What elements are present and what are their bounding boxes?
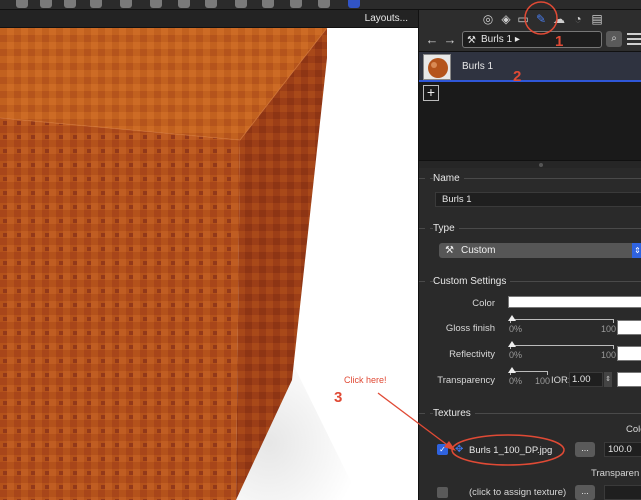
toolbar-icon[interactable] [120, 0, 132, 8]
back-button[interactable]: ← [425, 33, 439, 47]
ior-stepper[interactable]: ⇕ [604, 372, 612, 387]
toolbar-icon[interactable] [290, 0, 302, 8]
gloss-min-label: 0% [509, 324, 523, 334]
toolbar-icon[interactable] [64, 0, 76, 8]
clapperboard-icon[interactable]: ▤ [590, 12, 604, 26]
toolbar-icon[interactable] [40, 0, 52, 8]
annotation-label: 2 [513, 68, 522, 85]
search-button[interactable]: ⌕ [606, 31, 622, 47]
3d-viewport[interactable] [0, 28, 418, 500]
reflectivity-label: Reflectivity [449, 349, 495, 360]
texture-browse-button[interactable]: ... [575, 442, 595, 457]
breadcrumb-label: Burls 1 ▸ [481, 34, 520, 45]
toolbar-icon[interactable] [262, 0, 274, 8]
app-window: Layouts... ◎ ◈ ▭ ✎ ☁ ◔ ▤ ← → ⚒ Burls 1 ▸… [0, 0, 641, 500]
inspector-panel: ◎ ◈ ▭ ✎ ☁ ◔ ▤ ← → ⚒ Burls 1 ▸ ⌕ Burls 1 … [418, 10, 641, 500]
type-select[interactable]: ⚒ Custom ⇕ [439, 243, 641, 258]
texture-strength-field[interactable] [604, 485, 641, 500]
texture-browse-button[interactable]: ... [575, 485, 595, 500]
chevron-updown-icon: ⇕ [632, 243, 641, 258]
tools-icon: ⚒ [467, 35, 476, 46]
type-select-value: Custom [461, 245, 496, 256]
textures-header: Textures [419, 406, 641, 420]
toolbar-icon[interactable] [178, 0, 190, 8]
texture-name[interactable]: Burls 1_100_DP.jpg [469, 445, 552, 456]
toolbar-icon[interactable] [235, 0, 247, 8]
texture-checkbox[interactable]: ✓ [437, 444, 448, 455]
name-section-title: Name [433, 173, 464, 184]
gloss-max-label: 100 [600, 324, 616, 334]
ior-label: IOR: [551, 375, 571, 386]
brush-icon[interactable]: ✎ [534, 12, 548, 26]
material-list: Burls 1 + [419, 52, 641, 160]
toolbar-icon[interactable] [90, 0, 102, 8]
custom-settings-title: Custom Settings [433, 276, 511, 287]
viewport-header: Layouts... [0, 10, 418, 28]
custom-settings-header: Custom Settings [419, 274, 641, 288]
name-section-header: Name [419, 171, 641, 185]
toolbar-icon[interactable] [318, 0, 330, 8]
toolbar-icon[interactable] [16, 0, 28, 8]
gloss-slider[interactable]: 0% 100 [508, 315, 616, 337]
texture-color-column: Colo [626, 424, 641, 435]
transparency-min-label: 0% [509, 376, 523, 386]
navigation-row: ← → ⚒ Burls 1 ▸ ⌕ [419, 28, 641, 52]
inspector-tab-row: ◎ ◈ ▭ ✎ ☁ ◔ ▤ [419, 10, 641, 28]
transparency-slider[interactable]: 0% 100 [508, 367, 550, 389]
list-item[interactable]: Burls 1 [419, 52, 641, 82]
annotation-note: Click here! [344, 375, 387, 385]
name-field[interactable]: Burls 1 [435, 192, 641, 207]
forward-button[interactable]: → [443, 33, 457, 47]
gloss-label: Gloss finish [445, 323, 495, 334]
color-swatch[interactable] [508, 296, 641, 308]
type-section-title: Type [433, 223, 459, 234]
tools-icon: ⚒ [445, 245, 454, 256]
transparency-value-field[interactable] [617, 372, 641, 387]
toolbar-icon[interactable] [348, 0, 360, 8]
transparency-slider-knob[interactable] [508, 367, 516, 373]
top-toolbar [0, 0, 641, 10]
annotation-label: 1 [555, 33, 564, 50]
type-section-header: Type [419, 221, 641, 235]
texture-transparency-column: Transparen [591, 468, 640, 479]
add-material-button[interactable]: + [423, 85, 439, 101]
transparency-label: Transparency [437, 375, 495, 386]
toolbar-icon[interactable] [205, 0, 217, 8]
reflectivity-slider-knob[interactable] [508, 341, 516, 347]
menu-icon[interactable] [627, 33, 641, 45]
reflectivity-max-label: 100 [600, 350, 616, 360]
texture-checkbox[interactable] [437, 487, 448, 498]
breadcrumb[interactable]: ⚒ Burls 1 ▸ [462, 31, 602, 48]
texture-assign-prompt[interactable]: (click to assign texture) [469, 487, 566, 498]
cloud-icon[interactable]: ☁ [552, 12, 566, 26]
target-icon[interactable]: ◎ [481, 12, 495, 26]
magnifier-icon: ⌕ [611, 33, 617, 44]
ior-field[interactable]: 1.00 [569, 372, 603, 387]
camera-icon[interactable]: ◔ [571, 12, 585, 26]
reflectivity-min-label: 0% [509, 350, 523, 360]
toolbar-icon[interactable] [150, 0, 162, 8]
texture-strength-field[interactable]: 100.0 [604, 442, 641, 457]
material-thumbnail [423, 54, 451, 80]
monitor-icon[interactable]: ▭ [516, 12, 530, 26]
textures-title: Textures [433, 408, 475, 419]
panel-splitter[interactable] [419, 160, 641, 168]
texture-map-icon: ✥ [455, 444, 464, 455]
layers-icon[interactable]: ◈ [499, 12, 513, 26]
reflectivity-value-field[interactable] [617, 346, 641, 361]
scene-render [0, 28, 418, 500]
list-item-label: Burls 1 [462, 61, 494, 72]
transparency-max-label: 100 [534, 376, 550, 386]
annotation-label: 3 [334, 389, 343, 406]
color-label: Color [472, 298, 495, 309]
layouts-button[interactable]: Layouts... [365, 13, 408, 24]
reflectivity-slider[interactable]: 0% 100 [508, 341, 616, 363]
gloss-slider-knob[interactable] [508, 315, 516, 321]
gloss-value-field[interactable] [617, 320, 641, 335]
